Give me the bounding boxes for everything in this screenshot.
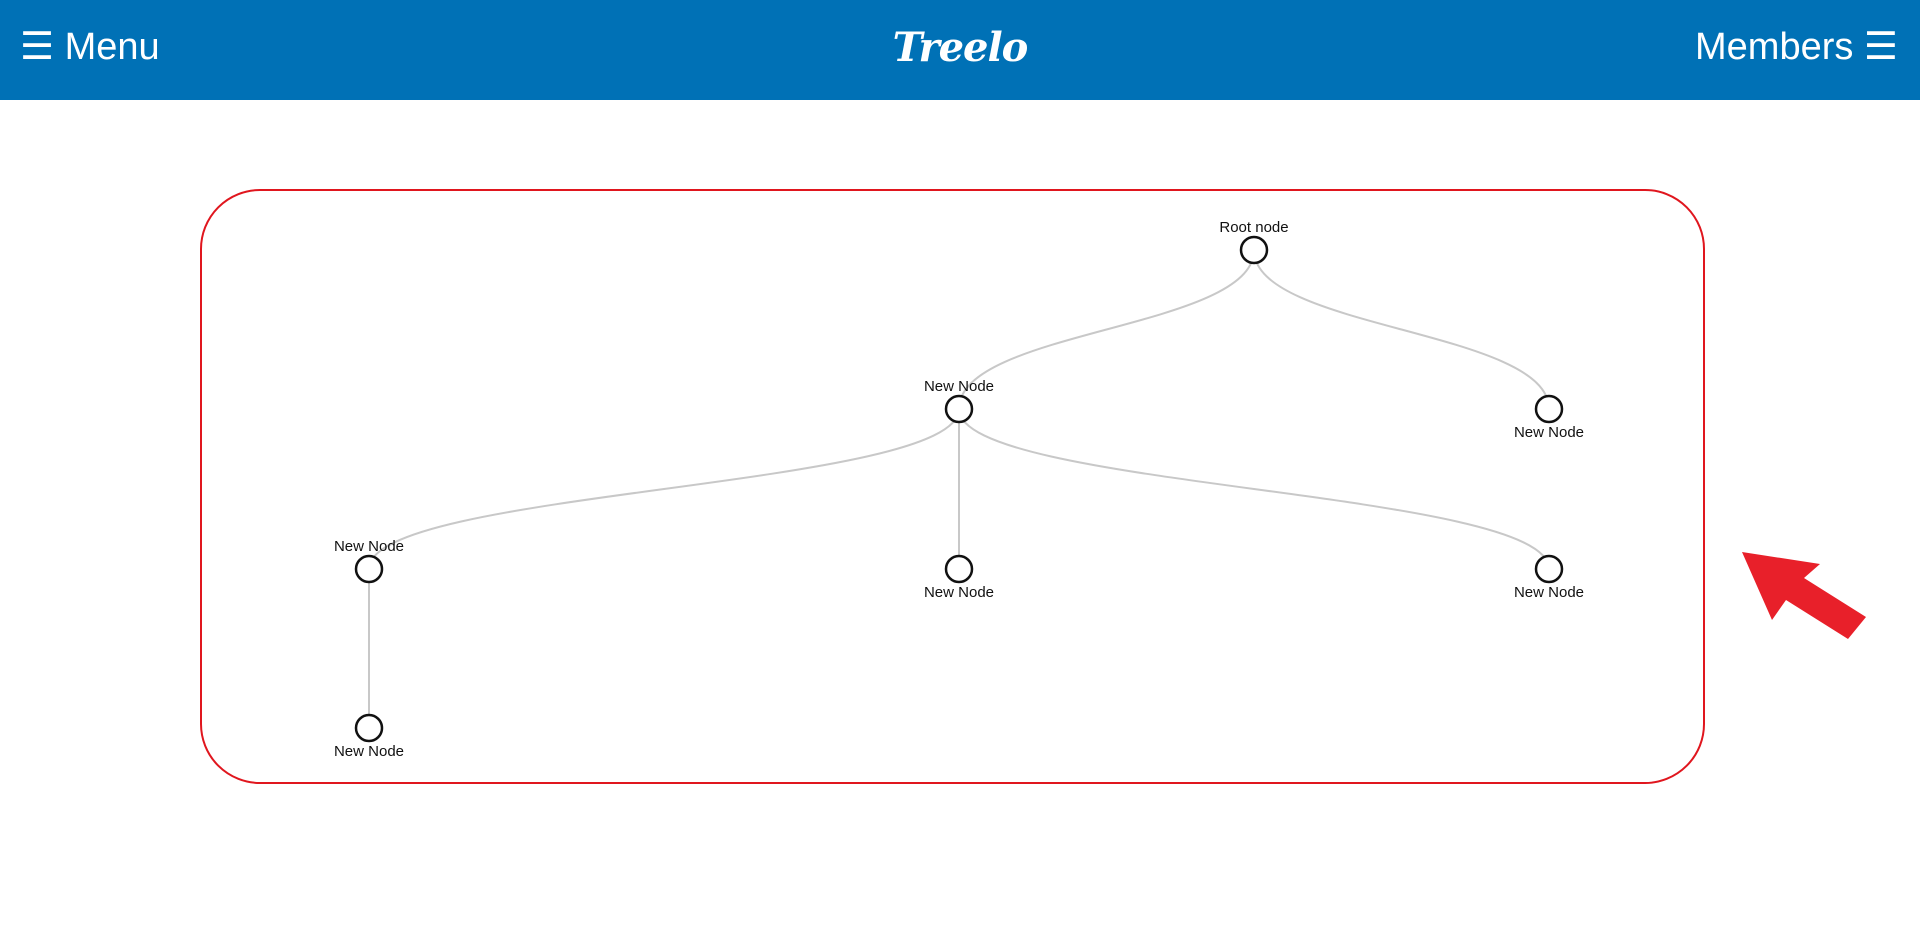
tree-node[interactable]: New Node xyxy=(334,713,404,760)
pointer-arrow-icon xyxy=(1742,552,1866,639)
tree-node-label: New Node xyxy=(924,584,994,601)
tree-node-circle[interactable] xyxy=(944,554,974,584)
tree-node-circle[interactable] xyxy=(1239,235,1269,265)
tree-node-label: New Node xyxy=(334,538,404,555)
tree-node[interactable]: New Node xyxy=(924,378,994,424)
tree-node-label: New Node xyxy=(924,378,994,395)
tree-node-label: New Node xyxy=(334,743,404,760)
tree-node[interactable]: New Node xyxy=(1514,394,1584,441)
tree-node[interactable]: New Node xyxy=(924,554,994,601)
tree-node-label: New Node xyxy=(1514,584,1584,601)
tree-node-circle[interactable] xyxy=(1534,394,1564,424)
tree-link xyxy=(958,249,1255,410)
tree-node-circle[interactable] xyxy=(944,394,974,424)
tree-link xyxy=(958,408,1550,570)
tree-node-circle[interactable] xyxy=(354,713,384,743)
tree-link xyxy=(1253,249,1550,410)
tree-diagram: Root node New Node New Node New Node New Nod… xyxy=(334,219,1584,760)
tree-node-circle[interactable] xyxy=(354,554,384,584)
tree-node-label: Root node xyxy=(1219,219,1288,236)
tree-link xyxy=(368,408,960,570)
tree-links xyxy=(367,249,1550,728)
tree-node-label: New Node xyxy=(1514,424,1584,441)
tree-root-node[interactable]: Root node xyxy=(1219,219,1289,265)
tree-node[interactable]: New Node xyxy=(1514,554,1584,601)
tree-node-circle[interactable] xyxy=(1534,554,1564,584)
tree-node[interactable]: New Node xyxy=(334,538,404,584)
